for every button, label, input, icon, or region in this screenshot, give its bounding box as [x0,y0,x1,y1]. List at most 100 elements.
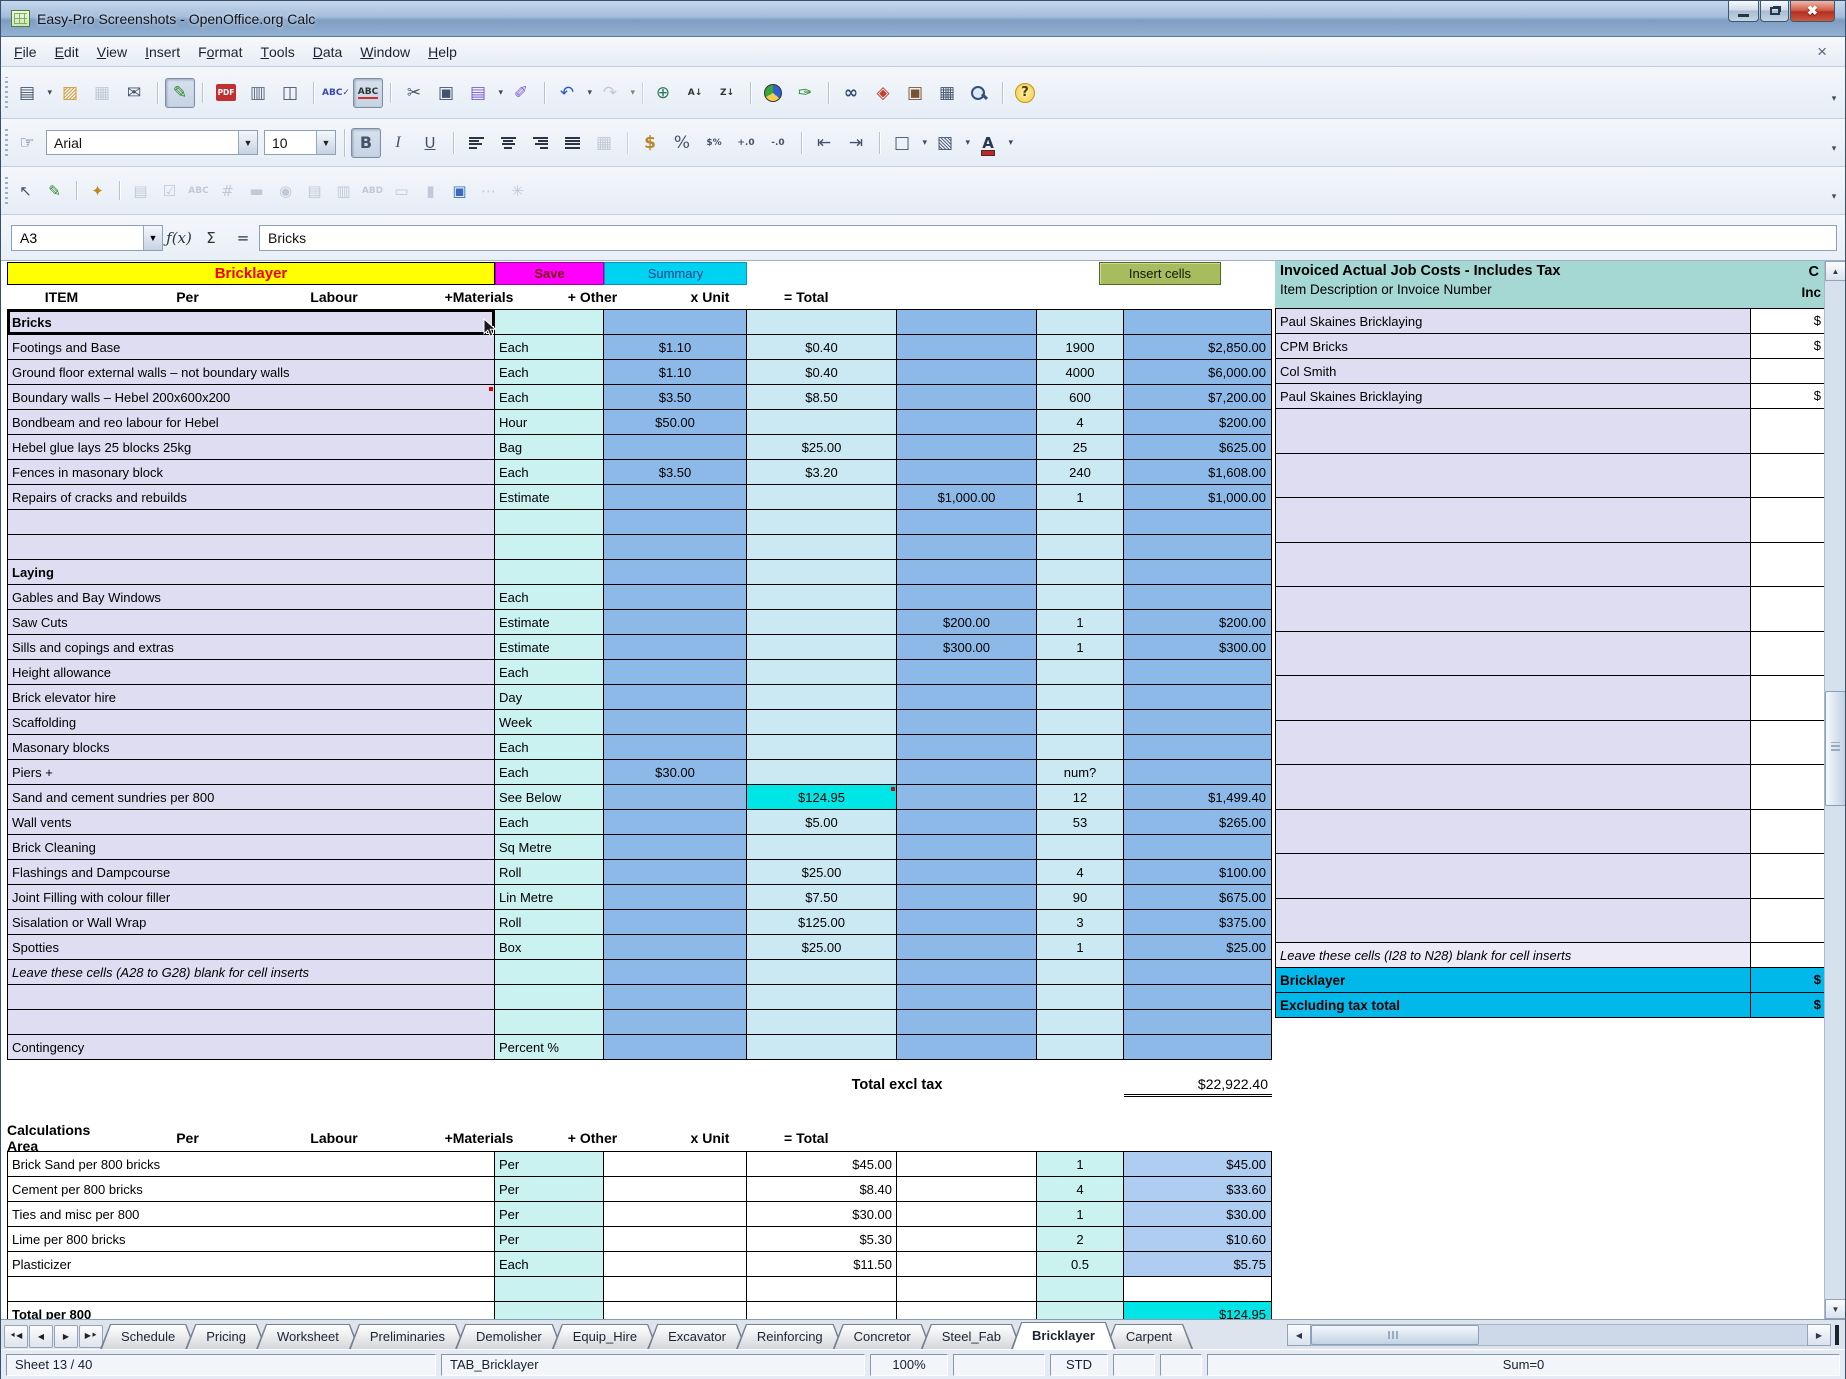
function-wizard-icon[interactable]: ƒ(x) [163,224,195,252]
invoice-header[interactable]: Invoiced Actual Job Costs - Includes Tax… [1275,261,1845,309]
font-size-select[interactable]: 10 ▼ [264,130,336,155]
tab-reinforcing[interactable]: Reinforcing [736,1324,844,1349]
invoice-description-cell[interactable] [1275,543,1750,587]
save-icon[interactable]: ▦ [87,78,117,108]
cell-item[interactable]: Bondbeam and reo labour for Hebel [7,410,495,435]
cell-unit[interactable]: num? [1037,760,1124,785]
cell-total[interactable]: $2,850.00 [1124,335,1272,360]
cell-unit[interactable] [1037,660,1124,685]
cell-item[interactable]: Joint Filling with colour filler [7,885,495,910]
menu-edit[interactable]: Edit [46,37,88,66]
invoice-description-cell[interactable] [1275,409,1750,453]
tab-equip-hire[interactable]: Equip_Hire [552,1324,658,1349]
invoice-description-cell[interactable] [1275,632,1750,676]
invoice-description-cell[interactable]: Paul Skaines Bricklaying [1275,309,1750,333]
page-preview-icon[interactable]: ◫ [275,78,305,108]
cell-per[interactable]: Estimate [495,635,604,660]
group-box-icon[interactable]: ▭ [388,177,415,204]
cell-per[interactable] [495,1302,604,1319]
status-mode[interactable]: STD [1050,1354,1108,1376]
cell-unit[interactable]: 2 [1037,1227,1124,1252]
cell-labour[interactable] [604,835,747,860]
cell-labour[interactable] [604,435,747,460]
menu-help[interactable]: Help [419,37,466,66]
export-pdf-icon[interactable]: PDF [211,78,241,108]
open-icon[interactable]: ▨ [55,78,85,108]
cell-total[interactable] [1124,1010,1272,1035]
cell-per[interactable]: Per [495,1227,604,1252]
name-box[interactable]: A3 ▼ [11,225,163,251]
cell-other[interactable]: $200.00 [897,610,1037,635]
zoom-icon[interactable] [964,78,994,108]
cell-per[interactable]: Each [495,460,604,485]
draw-functions-icon[interactable]: ✑ [790,78,820,108]
cell-total[interactable] [1124,710,1272,735]
vertical-scrollbar[interactable]: ▲ ▼ [1824,261,1845,1319]
cell-other[interactable] [897,1302,1037,1319]
redo-icon[interactable]: ↷ [595,78,625,108]
status-zoom[interactable]: 100% [870,1354,948,1376]
cell-item[interactable]: Brick elevator hire [7,685,495,710]
select-arrow-icon[interactable]: ↖ [12,177,39,204]
checkbox-control-icon[interactable]: ☑ [156,177,183,204]
summary-macro-button[interactable]: Summary [604,262,747,285]
cell-materials[interactable] [747,960,897,985]
menu-view[interactable]: View [88,37,136,66]
invoice-description-cell[interactable] [1275,454,1750,498]
invoice-description-cell[interactable] [1275,721,1750,765]
cell-labour[interactable] [604,1277,747,1302]
cell-other[interactable] [897,1277,1037,1302]
cell-item[interactable]: Brick Cleaning [7,835,495,860]
cell-labour[interactable]: $30.00 [604,760,747,785]
cell-other[interactable] [897,935,1037,960]
decrease-indent-icon[interactable]: ⇤ [809,128,839,158]
cell-per[interactable]: Per [495,1202,604,1227]
cell-materials[interactable]: $0.40 [747,335,897,360]
cell-total[interactable] [1124,760,1272,785]
cell-item[interactable]: Total per 800 [7,1302,495,1319]
cell-item[interactable]: Lime per 800 bricks [7,1227,495,1252]
total-excl-tax-value[interactable]: $22,922.40 [1124,1076,1272,1097]
cell-materials[interactable]: $7.50 [747,885,897,910]
cell-labour[interactable] [604,510,747,535]
cell-total[interactable] [1124,960,1272,985]
cell-unit[interactable]: 90 [1037,885,1124,910]
cell-unit[interactable] [1037,835,1124,860]
cell-materials[interactable]: $25.00 [747,935,897,960]
cell-item[interactable]: Sisalation or Wall Wrap [7,910,495,935]
cell-materials[interactable]: $125.00 [747,910,897,935]
cell-other[interactable] [897,760,1037,785]
cell-per[interactable]: Per [495,1177,604,1202]
invoice-description-cell[interactable] [1275,676,1750,720]
file-selection-icon[interactable]: ⋯ [475,177,502,204]
cell-materials[interactable]: $3.20 [747,460,897,485]
cell-per[interactable]: See Below [495,785,604,810]
delete-decimal-icon[interactable]: -.0 [763,128,793,158]
insert-cells-button[interactable]: Insert cells [1099,262,1221,285]
cell-item[interactable]: Leave these cells (A28 to G28) blank for… [7,960,495,985]
cell-other[interactable] [897,960,1037,985]
cell-item[interactable]: Contingency [7,1035,495,1060]
tab-pricing[interactable]: Pricing [185,1324,267,1349]
autospellcheck-icon[interactable]: ABC [353,78,383,108]
cell-materials[interactable] [747,985,897,1010]
cell-unit[interactable]: 1 [1037,1202,1124,1227]
cell-item[interactable]: Masonary blocks [7,735,495,760]
cell-per[interactable] [495,560,604,585]
cell-other[interactable] [897,910,1037,935]
cell-total[interactable]: $1,000.00 [1124,485,1272,510]
cell-per[interactable]: Each [495,585,604,610]
status-empty-3[interactable] [1160,1354,1202,1376]
cell-materials[interactable]: $0.40 [747,360,897,385]
cell-labour[interactable] [604,635,747,660]
cell-unit[interactable]: 4 [1037,410,1124,435]
combo-box-icon[interactable]: ▥ [330,177,357,204]
cell-materials[interactable]: $8.50 [747,385,897,410]
data-sources-icon[interactable]: ▦ [932,78,962,108]
cell-per[interactable]: Each [495,1252,604,1277]
cell-item[interactable] [7,1277,495,1302]
minimize-button[interactable] [1728,1,1759,22]
new-document-icon[interactable]: ▤ [12,78,42,108]
status-sheet-info[interactable]: Sheet 13 / 40 [6,1354,436,1376]
cell-per[interactable]: Estimate [495,485,604,510]
